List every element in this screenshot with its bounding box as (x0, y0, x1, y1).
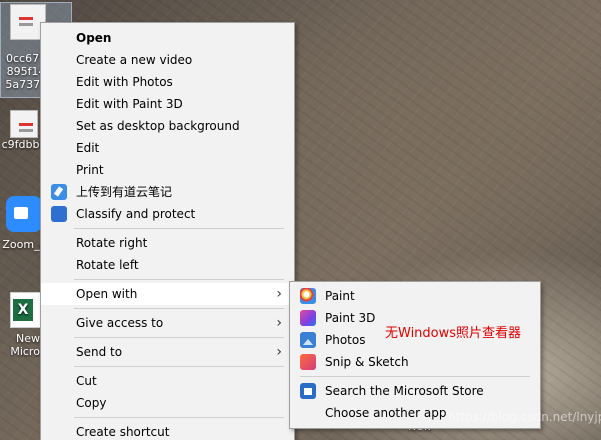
menu-item-rotate-right[interactable]: Rotate right (41, 232, 294, 254)
menu-item-label: Send to (76, 345, 123, 359)
menu-item-label: Print (76, 163, 104, 177)
menu-separator (74, 337, 284, 338)
menu-item-label: Open with (76, 287, 138, 301)
chevron-right-icon: › (276, 286, 282, 302)
menu-item-label: Edit (76, 141, 100, 155)
youdao-note-icon (51, 184, 67, 200)
menu-item-label: Paint (325, 289, 355, 303)
paint-icon (300, 288, 316, 304)
menu-item-label: Create a new video (76, 53, 193, 67)
menu-item-copy[interactable]: Copy (41, 392, 294, 414)
watermark: https://blog.csdn.net/lnyjp (448, 410, 601, 424)
menu-item-edit-with-photos[interactable]: Edit with Photos (41, 71, 294, 93)
menu-item-label: Paint 3D (325, 311, 376, 325)
paint-3d-icon (300, 310, 316, 326)
menu-item-label: Edit with Photos (76, 75, 173, 89)
chevron-right-icon: › (276, 344, 282, 360)
menu-item-label: Photos (325, 333, 366, 347)
menu-item-upload-youdao[interactable]: 上传到有道云笔记 (41, 181, 294, 203)
context-menu: Open Create a new video Edit with Photos… (40, 22, 295, 440)
menu-item-label: Edit with Paint 3D (76, 97, 183, 111)
menu-item-label: 上传到有道云笔记 (76, 185, 173, 199)
menu-item-label: Classify and protect (76, 207, 196, 221)
snip-sketch-icon (300, 354, 316, 370)
menu-item-label: Search the Microsoft Store (325, 384, 484, 398)
menu-item-label: Rotate left (76, 258, 139, 272)
classify-protect-icon (51, 206, 67, 222)
menu-separator (300, 376, 530, 377)
menu-item-open[interactable]: Open (41, 27, 294, 49)
image-file-icon (10, 110, 38, 138)
menu-item-label: Choose another app (325, 406, 447, 420)
menu-item-label: Rotate right (76, 236, 148, 250)
menu-item-label: Create shortcut (76, 425, 170, 439)
menu-item-label: Snip & Sketch (325, 355, 409, 369)
menu-separator (74, 417, 284, 418)
menu-item-label: Give access to (76, 316, 164, 330)
open-with-search-store[interactable]: Search the Microsoft Store (290, 380, 540, 402)
menu-item-label: Set as desktop background (76, 119, 240, 133)
menu-item-rotate-left[interactable]: Rotate left (41, 254, 294, 276)
menu-item-open-with[interactable]: Open with › (41, 283, 294, 305)
open-with-paint[interactable]: Paint (290, 285, 540, 307)
zoom-icon (6, 196, 42, 232)
menu-item-label: Copy (76, 396, 107, 410)
menu-item-create-shortcut[interactable]: Create shortcut (41, 421, 294, 440)
menu-separator (74, 366, 284, 367)
menu-separator (74, 228, 284, 229)
annotation-text: 无Windows照片查看器 (385, 326, 522, 341)
store-icon (300, 383, 316, 399)
menu-item-set-desktop-background[interactable]: Set as desktop background (41, 115, 294, 137)
menu-item-label: Cut (76, 374, 97, 388)
menu-item-give-access[interactable]: Give access to › (41, 312, 294, 334)
menu-item-edit-with-paint-3d[interactable]: Edit with Paint 3D (41, 93, 294, 115)
menu-item-cut[interactable]: Cut (41, 370, 294, 392)
menu-item-send-to[interactable]: Send to › (41, 341, 294, 363)
menu-separator (74, 279, 284, 280)
excel-icon: X (13, 299, 33, 321)
open-with-snip-sketch[interactable]: Snip & Sketch (290, 351, 540, 373)
open-with-submenu: Paint Paint 3D Photos Snip & Sketch Sear… (289, 281, 541, 429)
menu-separator (74, 308, 284, 309)
menu-item-edit[interactable]: Edit (41, 137, 294, 159)
photos-icon (300, 332, 316, 348)
menu-item-label: Open (76, 31, 112, 45)
menu-item-create-video[interactable]: Create a new video (41, 49, 294, 71)
chevron-right-icon: › (276, 315, 282, 331)
menu-item-classify-protect[interactable]: Classify and protect (41, 203, 294, 225)
menu-item-print[interactable]: Print (41, 159, 294, 181)
